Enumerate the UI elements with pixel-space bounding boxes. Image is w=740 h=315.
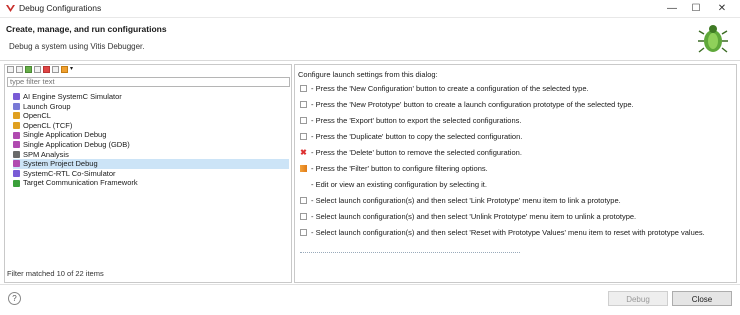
instruction-text: - Select launch configuration(s) and the… — [311, 227, 705, 237]
tree-item[interactable]: AI Engine SystemC Simulator — [13, 92, 289, 102]
window-title: Debug Configurations — [19, 3, 102, 13]
dialog-subtitle: Debug a system using Vitis Debugger. — [9, 42, 145, 51]
instruction-row: - Press the 'Export' button to export th… — [300, 115, 736, 125]
debug-bug-icon — [698, 25, 728, 53]
configuration-panel: ▾ AI Engine SystemC Simulator Launch Gro… — [4, 64, 292, 283]
opencl-icon — [13, 112, 20, 120]
tree-item[interactable]: System Project Debug — [13, 159, 289, 169]
tcf-icon — [13, 179, 20, 187]
systemc-rtl-icon — [13, 170, 20, 178]
instruction-text: - Press the 'New Configuration' button t… — [311, 83, 589, 93]
instruction-text: - Select launch configuration(s) and the… — [311, 195, 621, 205]
instruction-row: - Press the 'Duplicate' button to copy t… — [300, 131, 736, 141]
reset-prototype-icon — [300, 228, 307, 236]
instruction-text: - Press the 'New Prototype' button to cr… — [311, 99, 634, 109]
opencl-tcf-icon — [13, 122, 20, 130]
tree-item[interactable]: SystemC-RTL Co-Simulator — [13, 169, 289, 179]
tree-item-label: OpenCL — [23, 111, 51, 121]
footer-divider — [0, 284, 740, 285]
delete-icon: ✖ — [300, 147, 307, 157]
duplicate-button[interactable] — [34, 66, 41, 73]
tree-item[interactable]: OpenCL (TCF) — [13, 121, 289, 131]
launch-group-icon — [13, 102, 20, 110]
ai-engine-icon — [13, 93, 20, 101]
instruction-text: - Press the 'Export' button to export th… — [311, 115, 522, 125]
maximize-button[interactable]: ☐ — [684, 1, 708, 16]
tree-item[interactable]: Launch Group — [13, 102, 289, 112]
tree-item-label: Launch Group — [23, 101, 71, 111]
edit-icon — [300, 181, 307, 188]
instruction-row: - Press the 'New Configuration' button t… — [300, 83, 736, 93]
close-window-button[interactable]: ✕ — [710, 1, 734, 16]
tree-item-label: OpenCL (TCF) — [23, 120, 73, 130]
instruction-row: - Select launch configuration(s) and the… — [300, 227, 736, 237]
instruction-row: - Edit or view an existing configuration… — [300, 179, 736, 189]
instruction-text: - Edit or view an existing configuration… — [311, 179, 487, 189]
instruction-row: - Press the 'New Prototype' button to cr… — [300, 99, 736, 109]
duplicate-icon — [300, 132, 307, 140]
instruction-row: ✖ - Press the 'Delete' button to remove t… — [300, 147, 736, 157]
tree-item-label: SystemC-RTL Co-Simulator — [23, 168, 116, 178]
launch-settings-panel: Configure launch settings from this dial… — [294, 64, 737, 283]
export-button[interactable] — [25, 66, 32, 73]
instruction-text: - Press the 'Filter' button to configure… — [311, 163, 488, 173]
tree-item-label: Single Application Debug — [23, 130, 107, 140]
tree-item[interactable]: Single Application Debug — [13, 130, 289, 140]
dialog-title: Create, manage, and run configurations — [6, 24, 167, 34]
tree-item-label: Single Application Debug (GDB) — [23, 139, 130, 149]
tree-item-label: SPM Analysis — [23, 149, 69, 159]
debug-button[interactable]: Debug — [608, 291, 668, 306]
config-toolbar: ▾ — [7, 66, 77, 76]
tree-item[interactable]: Target Communication Framework — [13, 178, 289, 188]
spm-icon — [13, 150, 20, 158]
instruction-text: - Select launch configuration(s) and the… — [311, 211, 637, 221]
minimize-button[interactable]: — — [660, 1, 684, 16]
configuration-tree: AI Engine SystemC Simulator Launch Group… — [13, 92, 289, 188]
tree-item-label: Target Communication Framework — [23, 178, 138, 188]
new-configuration-button[interactable] — [7, 66, 14, 73]
tree-item[interactable]: OpenCL — [13, 111, 289, 121]
single-app-gdb-icon — [13, 141, 20, 149]
unlink-prototype-icon — [300, 212, 307, 220]
app-logo-icon — [6, 5, 15, 12]
delete-button[interactable] — [43, 66, 50, 73]
dialog-header: Create, manage, and run configurations D… — [0, 18, 740, 61]
tree-item-label: AI Engine SystemC Simulator — [23, 92, 122, 101]
window-titlebar: Debug Configurations — ☐ ✕ — [0, 0, 740, 18]
instruction-row: - Press the 'Filter' button to configure… — [300, 163, 736, 173]
instruction-text: - Press the 'Delete' button to remove th… — [311, 147, 522, 157]
link-prototype-icon — [300, 196, 307, 204]
instruction-text: - Press the 'Duplicate' button to copy t… — [311, 131, 523, 141]
collapse-all-button[interactable] — [52, 66, 59, 73]
new-configuration-icon — [300, 84, 307, 92]
close-button[interactable]: Close — [672, 291, 732, 306]
truncated-text-remnant — [300, 252, 520, 257]
launch-settings-heading: Configure launch settings from this dial… — [298, 70, 438, 79]
view-menu-chevron-icon[interactable]: ▾ — [70, 66, 77, 73]
filter-status: Filter matched 10 of 22 items — [7, 269, 104, 278]
help-icon[interactable]: ? — [8, 292, 21, 305]
new-prototype-button[interactable] — [16, 66, 23, 73]
instruction-row: - Select launch configuration(s) and the… — [300, 195, 736, 205]
export-icon — [300, 116, 307, 124]
filter-input[interactable] — [7, 77, 290, 87]
filter-icon — [300, 164, 307, 172]
tree-item-label: System Project Debug — [23, 159, 98, 169]
single-app-icon — [13, 131, 20, 139]
tree-item[interactable]: Single Application Debug (GDB) — [13, 140, 289, 150]
filter-button[interactable] — [61, 66, 68, 73]
new-prototype-icon — [300, 100, 307, 108]
tree-item[interactable]: SPM Analysis — [13, 150, 289, 160]
system-project-icon — [13, 160, 20, 168]
instruction-row: - Select launch configuration(s) and the… — [300, 211, 736, 221]
